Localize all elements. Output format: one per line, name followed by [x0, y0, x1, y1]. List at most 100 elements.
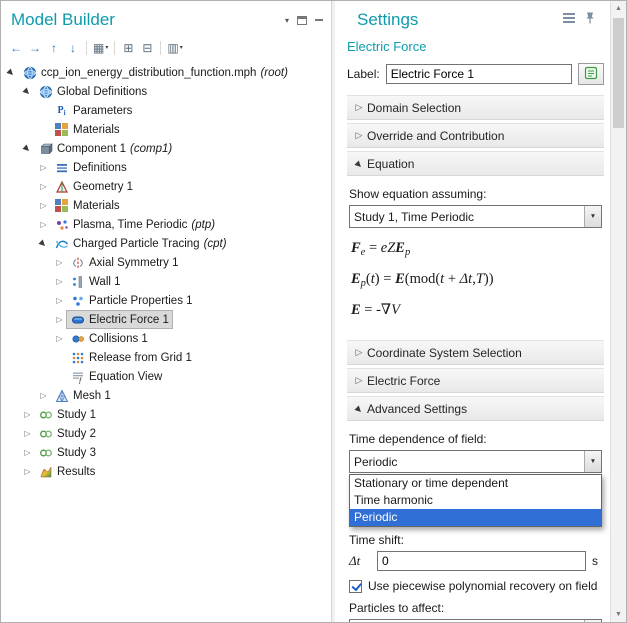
scroll-track[interactable]	[611, 16, 626, 607]
expand-all-button[interactable]: ⊞	[119, 38, 137, 58]
pin-icon[interactable]	[584, 11, 596, 30]
expander-closed-icon[interactable]: ▷	[37, 182, 50, 191]
equation-line: Ep(t) = E(mod(t + Δt,T))	[351, 271, 602, 289]
tree-item-label: Wall 1	[89, 276, 121, 288]
equation-display: Fe = eZEpEp(t) = E(mod(t + Δt,T))E = -∇V	[351, 240, 602, 319]
plasma-icon	[54, 218, 69, 232]
tree-item-label: ccp_ion_energy_distribution_function.mph…	[41, 67, 288, 79]
equation-assuming-select[interactable]: Study 1, Time Periodic ▼	[349, 205, 602, 228]
dropdown-option-periodic[interactable]: Periodic	[350, 509, 601, 526]
expander-open-icon[interactable]: ▶	[21, 87, 34, 96]
definitions-icon	[54, 161, 69, 175]
tree-item-label: Mesh 1	[73, 390, 111, 402]
particles-to-affect-select[interactable]: All ▼	[349, 619, 602, 622]
expander-closed-icon[interactable]: ▷	[37, 163, 50, 172]
tree-item-global-definitions[interactable]: ▶Global Definitions	[1, 82, 331, 101]
label-input[interactable]	[386, 64, 572, 84]
tree-item-results[interactable]: ▷Results	[1, 462, 331, 481]
expander-closed-icon[interactable]: ▷	[37, 220, 50, 229]
globe-icon	[38, 85, 53, 99]
rename-button[interactable]	[578, 63, 604, 85]
forward-button[interactable]: →	[26, 38, 44, 58]
tree-item-materials[interactable]: ▷Materials	[1, 196, 331, 215]
show-button[interactable]: ▦▾	[91, 38, 110, 58]
time-shift-input[interactable]	[377, 551, 586, 571]
tree-item-wall-1[interactable]: ▷ Wall 1	[1, 272, 331, 291]
charged-particle-tracing-icon	[54, 237, 69, 251]
chevron-open-icon: ▶	[351, 159, 367, 169]
tree-item-label: Study 1	[57, 409, 96, 421]
study-icon	[38, 427, 53, 441]
expander-closed-icon[interactable]: ▷	[53, 277, 66, 286]
back-button[interactable]: ←	[7, 38, 25, 58]
tree-item-mesh-1[interactable]: ▷ Mesh 1	[1, 386, 331, 405]
time-dependence-select[interactable]: Periodic ▼	[349, 450, 602, 473]
tree-item-equation-view[interactable]: fEquation View	[1, 367, 331, 386]
tree-item-ccp-ion-energy-distribution-function-mph[interactable]: ▶ ccp_ion_energy_distribution_function.mp…	[1, 63, 331, 82]
tree-item-label: Component 1(comp1)	[57, 143, 172, 155]
show-equation-label: Show equation assuming:	[349, 187, 602, 201]
time-dependence-dropdown: Stationary or time dependentTime harmoni…	[349, 474, 602, 527]
expander-closed-icon[interactable]: ▷	[21, 448, 34, 457]
tree-item-axial-symmetry-1[interactable]: ▷ Axial Symmetry 1	[1, 253, 331, 272]
tree-item-collisions-1[interactable]: ▷Collisions 1	[1, 329, 331, 348]
tree-item-particle-properties-1[interactable]: ▷Particle Properties 1	[1, 291, 331, 310]
time-shift-unit: s	[592, 554, 602, 568]
expander-closed-icon[interactable]: ▷	[53, 315, 66, 324]
equation-assuming-value: Study 1, Time Periodic	[350, 206, 584, 227]
down-button[interactable]: ↓	[64, 38, 82, 58]
expander-closed-icon[interactable]: ▷	[21, 467, 34, 476]
tree-item-study-1[interactable]: ▷ Study 1	[1, 405, 331, 424]
tree-item-release-from-grid-1[interactable]: Release from Grid 1	[1, 348, 331, 367]
section-advanced-settings[interactable]: ▶ Advanced Settings	[347, 396, 604, 421]
scroll-down-button[interactable]: ▼	[611, 607, 626, 622]
minimize-icon[interactable]	[315, 19, 323, 21]
section-electric-force[interactable]: ▷ Electric Force	[347, 368, 604, 393]
section-title: Domain Selection	[367, 101, 461, 115]
settings-scrollbar[interactable]: ▲ ▼	[610, 1, 626, 622]
tree-item-label: Axial Symmetry 1	[89, 257, 178, 269]
expander-closed-icon[interactable]: ▷	[37, 201, 50, 210]
expander-closed-icon[interactable]: ▷	[53, 334, 66, 343]
dropdown-option-time-harmonic[interactable]: Time harmonic	[350, 492, 601, 509]
tree-item-electric-force-1[interactable]: ▷Electric Force 1	[1, 310, 331, 329]
section-coordinate-system-selection[interactable]: ▷ Coordinate System Selection	[347, 340, 604, 365]
float-panel-icon[interactable]	[297, 16, 307, 25]
expander-open-icon[interactable]: ▶	[37, 239, 50, 248]
expander-closed-icon[interactable]: ▷	[21, 429, 34, 438]
chevron-down-icon[interactable]: ▼	[584, 451, 601, 472]
columns-button[interactable]: ▥▾	[165, 38, 184, 58]
recovery-checkbox[interactable]	[349, 580, 362, 593]
chevron-down-icon[interactable]: ▼	[584, 620, 601, 622]
toolbar-separator	[160, 41, 161, 55]
tree-item-component-1[interactable]: ▶ Component 1(comp1)	[1, 139, 331, 158]
section-equation[interactable]: ▶ Equation	[347, 151, 604, 176]
tree-item-charged-particle-tracing[interactable]: ▶Charged Particle Tracing(cpt)	[1, 234, 331, 253]
collapse-all-icon: ⊟	[142, 41, 152, 55]
expander-closed-icon[interactable]: ▷	[53, 258, 66, 267]
expander-open-icon[interactable]: ▶	[5, 68, 18, 77]
comsol-window: Model Builder ▾ ←→↑↓▦▾⊞⊟▥▾ ▶ccp_ion_ener…	[0, 0, 627, 623]
show-menu-icon[interactable]	[562, 11, 576, 29]
caret-down-icon[interactable]: ▾	[285, 16, 289, 25]
tree-item-geometry-1[interactable]: ▷Geometry 1	[1, 177, 331, 196]
chevron-down-icon[interactable]: ▼	[584, 206, 601, 227]
study-icon	[38, 408, 53, 422]
up-button[interactable]: ↑	[45, 38, 63, 58]
section-domain-selection[interactable]: ▷ Domain Selection	[347, 95, 604, 120]
tree-item-parameters[interactable]: PiParameters	[1, 101, 331, 120]
tree-item-plasma-time-periodic[interactable]: ▷Plasma, Time Periodic(ptp)	[1, 215, 331, 234]
tree-item-study-2[interactable]: ▷Study 2	[1, 424, 331, 443]
expander-closed-icon[interactable]: ▷	[37, 391, 50, 400]
collapse-all-button[interactable]: ⊟	[138, 38, 156, 58]
expander-closed-icon[interactable]: ▷	[53, 296, 66, 305]
scroll-up-button[interactable]: ▲	[611, 1, 626, 16]
section-override-and-contribution[interactable]: ▷ Override and Contribution	[347, 123, 604, 148]
expander-closed-icon[interactable]: ▷	[21, 410, 34, 419]
tree-item-study-3[interactable]: ▷Study 3	[1, 443, 331, 462]
dropdown-option-stationary-or-time-dependent[interactable]: Stationary or time dependent	[350, 475, 601, 492]
expander-open-icon[interactable]: ▶	[21, 144, 34, 153]
tree-item-materials[interactable]: Materials	[1, 120, 331, 139]
tree-item-definitions[interactable]: ▷Definitions	[1, 158, 331, 177]
scroll-thumb[interactable]	[613, 18, 624, 128]
